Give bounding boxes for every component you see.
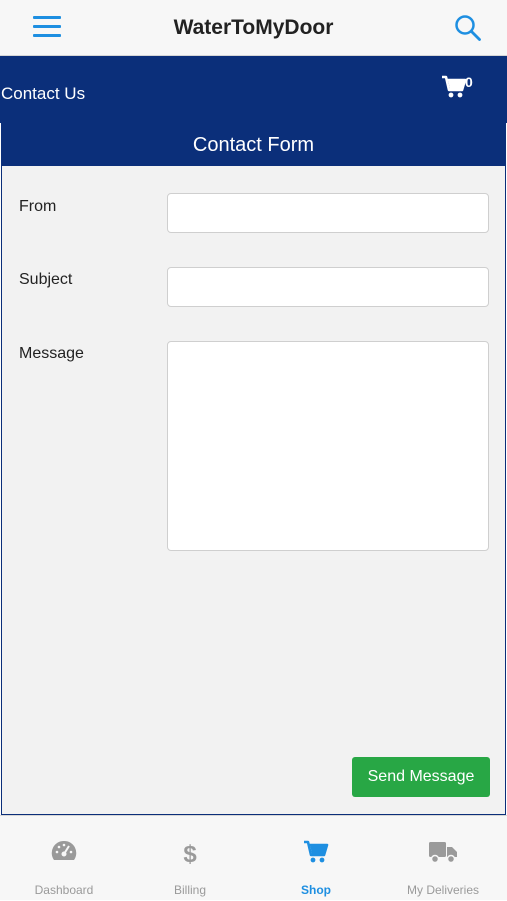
tab-my-deliveries[interactable]: My Deliveries [380,816,506,901]
contact-form-panel: Contact Form From Subject Message Send M… [1,123,506,815]
tab-shop[interactable]: Shop [253,816,379,901]
tab-billing-label: Billing [173,883,206,897]
from-label: From [19,198,57,215]
tab-dashboard[interactable]: Dashboard [1,816,127,901]
cart-button[interactable]: 0 [441,74,481,105]
cart-count-badge: 0 [465,74,473,90]
bottom-tab-bar: Dashboard $ Billing Shop My Deliveries [0,815,507,900]
svg-text:$: $ [183,841,197,866]
from-field[interactable] [167,193,489,233]
search-icon[interactable] [454,14,482,42]
tab-my-deliveries-label: My Deliveries [406,883,479,897]
app-title: WaterToMyDoor [173,16,334,39]
contact-form-header: Contact Form [2,123,505,166]
speedometer-icon [51,840,77,860]
message-field[interactable] [167,341,489,551]
dollar-icon: $ [183,841,197,866]
message-label: Message [19,345,84,362]
page-header: Contact Us 0 [0,56,507,123]
cart-icon [304,840,329,863]
subject-field[interactable] [167,267,489,307]
truck-icon [429,842,457,864]
page-title: Contact Us [1,84,86,103]
subject-label: Subject [19,271,73,288]
cart-icon [442,75,467,98]
tab-shop-label: Shop [301,883,331,897]
top-bar: WaterToMyDoor [0,0,507,56]
send-message-button[interactable]: Send Message [352,757,490,797]
tab-dashboard-label: Dashboard [34,883,94,897]
tab-billing[interactable]: $ Billing [127,816,253,901]
